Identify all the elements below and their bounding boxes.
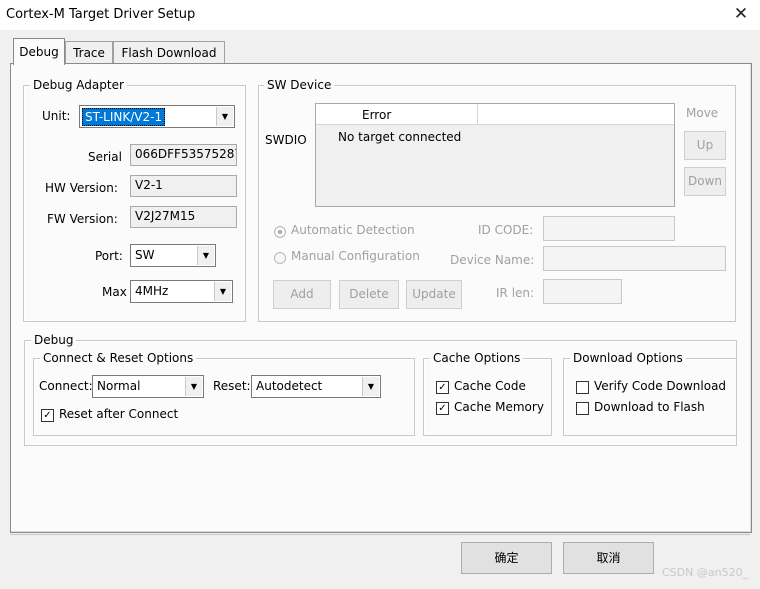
- cache-memory-label: Cache Memory: [454, 400, 544, 414]
- add-label: Add: [290, 287, 314, 301]
- download-options-group: Download Options Verify Code Download Do…: [563, 351, 737, 436]
- max-clock-value: 4MHz: [135, 284, 169, 298]
- auto-detection-radio[interactable]: [274, 226, 286, 238]
- reset-dropdown[interactable]: Autodetect ▼: [251, 375, 381, 398]
- cancel-button[interactable]: 取消: [563, 542, 654, 574]
- cache-memory-checkbox[interactable]: ✓: [436, 402, 449, 415]
- list-header: Error: [316, 104, 674, 125]
- connect-label: Connect:: [39, 379, 93, 393]
- connect-reset-group: Connect & Reset Options Connect: Normal …: [33, 351, 415, 436]
- watermark-text: CSDN @an520_: [662, 566, 749, 579]
- tab-page-debug: Debug Adapter Unit: ST-LINK/V2-1 ▼ Seria…: [10, 63, 752, 533]
- hw-version-label: HW Version:: [45, 181, 118, 195]
- window-title: Cortex-M Target Driver Setup: [6, 7, 196, 22]
- tab-flash-download[interactable]: Flash Download: [113, 41, 225, 64]
- fw-version-label: FW Version:: [47, 212, 118, 226]
- verify-code-download-checkbox[interactable]: [576, 381, 589, 394]
- list-header-error[interactable]: Error: [362, 108, 391, 122]
- debug-adapter-legend: Debug Adapter: [30, 78, 127, 92]
- cache-options-group: Cache Options ✓ Cache Code ✓ Cache Memor…: [423, 351, 552, 436]
- tab-debug-label: Debug: [19, 45, 59, 59]
- move-down-button[interactable]: Down: [684, 167, 726, 196]
- sw-device-list[interactable]: Error No target connected: [315, 103, 675, 207]
- ok-label: 确定: [494, 551, 519, 565]
- ir-len-field[interactable]: [543, 279, 622, 304]
- chevron-down-icon[interactable]: ▼: [214, 282, 231, 301]
- serial-label: Serial: [88, 150, 122, 164]
- sw-device-group: SW Device SWDIO Error No target connecte…: [258, 78, 736, 322]
- move-up-label: Up: [696, 138, 714, 152]
- chevron-down-icon[interactable]: ▼: [185, 377, 202, 396]
- port-value: SW: [135, 248, 155, 262]
- cache-code-label: Cache Code: [454, 379, 526, 393]
- port-dropdown[interactable]: SW ▼: [130, 244, 216, 267]
- debug-adapter-group: Debug Adapter Unit: ST-LINK/V2-1 ▼ Seria…: [23, 78, 246, 322]
- download-to-flash-label: Download to Flash: [594, 400, 705, 414]
- ok-button[interactable]: 确定: [461, 542, 552, 574]
- sw-device-legend: SW Device: [264, 78, 335, 92]
- delete-label: Delete: [349, 287, 389, 301]
- add-button[interactable]: Add: [273, 280, 331, 309]
- chevron-down-icon[interactable]: ▼: [197, 246, 214, 265]
- tab-trace-label: Trace: [73, 46, 105, 60]
- tab-flash-download-label: Flash Download: [121, 46, 217, 60]
- cache-code-checkbox[interactable]: ✓: [436, 381, 449, 394]
- list-row-status: No target connected: [338, 130, 462, 144]
- cache-options-legend: Cache Options: [430, 351, 524, 365]
- fw-version-field: V2J27M15: [130, 206, 237, 228]
- reset-label: Reset:: [213, 379, 251, 393]
- reset-value: Autodetect: [256, 379, 323, 393]
- move-up-button[interactable]: Up: [684, 131, 726, 160]
- connect-reset-legend: Connect & Reset Options: [40, 351, 197, 365]
- ir-len-label: IR len:: [496, 286, 535, 300]
- move-down-label: Down: [687, 174, 722, 188]
- device-name-field[interactable]: [543, 246, 726, 271]
- delete-button[interactable]: Delete: [339, 280, 399, 309]
- update-button[interactable]: Update: [406, 280, 462, 309]
- manual-config-radio[interactable]: [274, 252, 286, 264]
- max-clock-dropdown[interactable]: 4MHz ▼: [130, 280, 233, 303]
- header-divider: [477, 104, 478, 124]
- chevron-down-icon[interactable]: ▼: [362, 377, 379, 396]
- connect-value: Normal: [97, 379, 141, 393]
- footer-divider: [10, 534, 750, 535]
- debug-legend: Debug: [31, 333, 77, 347]
- reset-after-connect-checkbox[interactable]: ✓: [41, 409, 54, 422]
- auto-detection-label: Automatic Detection: [291, 223, 415, 237]
- manual-config-label: Manual Configuration: [291, 249, 420, 263]
- reset-after-connect-label: Reset after Connect: [59, 407, 179, 421]
- cancel-label: 取消: [596, 551, 621, 565]
- title-bar: Cortex-M Target Driver Setup ✕: [0, 0, 760, 30]
- unit-value: ST-LINK/V2-1: [82, 108, 166, 126]
- serial-field: 066DFF535752878: [130, 144, 237, 166]
- download-to-flash-checkbox[interactable]: [576, 402, 589, 415]
- chevron-down-icon[interactable]: ▼: [216, 107, 233, 126]
- tab-debug[interactable]: Debug: [13, 38, 65, 65]
- move-label: Move: [686, 106, 719, 120]
- swdio-label: SWDIO: [265, 133, 307, 147]
- tab-trace[interactable]: Trace: [65, 41, 113, 64]
- max-label: Max: [102, 285, 127, 299]
- debug-group: Debug Connect & Reset Options Connect: N…: [24, 333, 737, 446]
- download-options-legend: Download Options: [570, 351, 686, 365]
- id-code-field[interactable]: [543, 216, 675, 241]
- update-label: Update: [412, 287, 456, 301]
- unit-label: Unit:: [42, 109, 71, 123]
- device-name-label: Device Name:: [450, 253, 535, 267]
- port-label: Port:: [95, 249, 123, 263]
- hw-version-field: V2-1: [130, 175, 237, 197]
- close-icon[interactable]: ✕: [730, 2, 752, 26]
- unit-dropdown[interactable]: ST-LINK/V2-1 ▼: [79, 105, 235, 128]
- connect-dropdown[interactable]: Normal ▼: [92, 375, 204, 398]
- verify-code-download-label: Verify Code Download: [594, 379, 727, 393]
- id-code-label: ID CODE:: [478, 223, 534, 237]
